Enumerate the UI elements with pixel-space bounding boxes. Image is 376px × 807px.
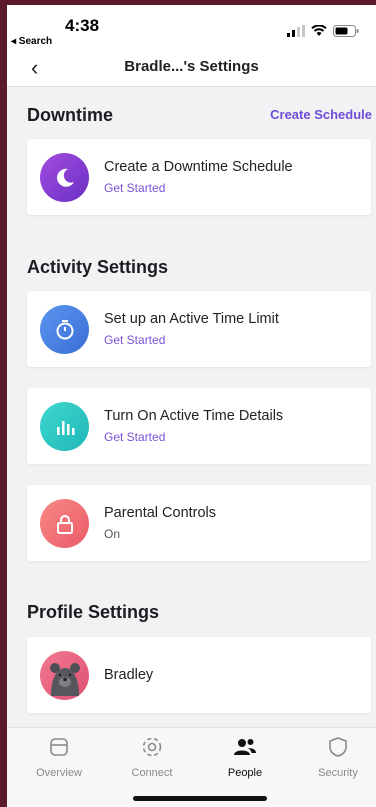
card-subtitle: Get Started xyxy=(104,430,166,444)
card-subtitle: Get Started xyxy=(104,181,166,195)
navigation-bar: ‹ Bradle...'s Settings xyxy=(7,49,376,87)
back-to-search-link[interactable]: ◂ Search xyxy=(11,36,52,47)
tab-label: People xyxy=(227,767,263,779)
page-title: Bradle...'s Settings xyxy=(124,58,259,75)
downtime-schedule-card[interactable]: Create a Downtime Schedule Get Started xyxy=(27,139,371,215)
parental-controls-card[interactable]: Parental Controls On xyxy=(27,485,371,561)
shield-icon xyxy=(329,737,347,757)
signal-icon xyxy=(287,25,305,37)
downtime-header: Downtime xyxy=(27,105,114,125)
card-title: Turn On Active Time Details xyxy=(104,408,284,424)
card-title: Parental Controls xyxy=(104,505,217,521)
card-subtitle: Get Started xyxy=(104,333,166,347)
home-indicator xyxy=(133,796,267,801)
bar-chart-icon xyxy=(40,402,89,451)
active-time-limit-card[interactable]: Set up an Active Time Limit Get Started xyxy=(27,291,371,367)
create-schedule-link[interactable]: Create Schedule xyxy=(270,107,372,122)
timer-icon xyxy=(40,305,89,354)
profile-name: Bradley xyxy=(104,667,154,683)
tab-people[interactable]: People xyxy=(205,736,285,779)
tab-bar: Overview Connect People Security xyxy=(7,727,376,807)
wifi-icon xyxy=(311,25,327,36)
tab-label: Security xyxy=(318,767,358,779)
moon-icon xyxy=(40,153,89,202)
status-time: 4:38 xyxy=(65,16,100,35)
overview-icon xyxy=(50,738,68,756)
tab-overview[interactable]: Overview xyxy=(19,736,99,779)
screen: 4:38 ◂ Search ‹ Bradle...'s Settings Dow… xyxy=(7,5,376,807)
card-title: Create a Downtime Schedule xyxy=(104,159,293,175)
connect-icon xyxy=(142,737,162,757)
people-icon xyxy=(234,739,256,755)
profile-card[interactable]: Bradley xyxy=(27,637,371,713)
tab-label: Connect xyxy=(131,767,173,779)
card-subtitle: On xyxy=(104,527,121,541)
battery-icon xyxy=(333,25,359,37)
activity-settings-header: Activity Settings xyxy=(27,257,169,277)
tab-security[interactable]: Security xyxy=(298,736,376,779)
status-icons xyxy=(287,25,359,37)
lock-icon xyxy=(40,499,89,548)
bear-avatar xyxy=(40,651,89,700)
card-title: Set up an Active Time Limit xyxy=(104,311,279,327)
tab-connect[interactable]: Connect xyxy=(112,736,192,779)
active-time-details-card[interactable]: Turn On Active Time Details Get Started xyxy=(27,388,371,464)
tab-label: Overview xyxy=(36,767,82,779)
profile-settings-header: Profile Settings xyxy=(27,602,160,622)
